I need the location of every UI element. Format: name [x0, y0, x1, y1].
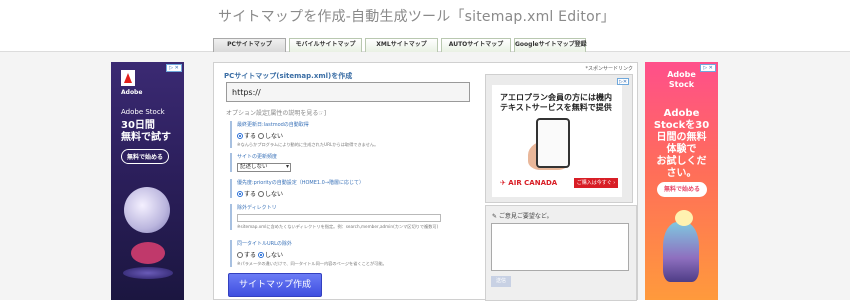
- air-canada-ad[interactable]: ▷✕ アエロプラン会員の方には機内 テキストサービスを無料で提供 ✈ AIR C…: [485, 74, 633, 203]
- tab-xml-sitemap[interactable]: XMLサイトマップ: [365, 38, 438, 52]
- ad-brand-line: Adobe: [667, 70, 696, 79]
- priority-title: 優先度:priorityの自動設定（HOME1.0→階層に応じて）: [237, 180, 365, 186]
- dedupe-no-radio[interactable]: [257, 252, 264, 258]
- changefreq-title: サイトの更新頻度: [237, 154, 278, 160]
- changefreq-option: サイトの更新頻度 記述しない: [230, 153, 472, 172]
- lastmod-yes-radio[interactable]: [237, 133, 243, 139]
- dedupe-title: 同一タイトルURLの除外: [237, 241, 292, 247]
- content-area: ▷ ✕ Adobe Adobe Stock 30日間 無料で試す 無料で始める …: [0, 52, 850, 301]
- dedupe-note: ※パラメータの違いだけで、同一タイトル同一内容のページを省くことが可能。: [237, 261, 387, 266]
- ad-brand-line: Stock: [668, 80, 695, 89]
- tab-auto-sitemap[interactable]: AUTOサイトマップ: [441, 38, 511, 52]
- ad-text-line: アエロプラン会員の方には機内: [500, 93, 612, 102]
- priority-yes-radio[interactable]: [237, 191, 243, 197]
- moon-image: [124, 187, 170, 233]
- priority-yes-label: する: [244, 191, 257, 198]
- send-button[interactable]: 送信: [491, 276, 511, 287]
- ad-card: アエロプラン会員の方には機内 テキストサービスを無料で提供 ✈ AIR CANA…: [492, 85, 622, 197]
- tab-bar: PCサイトマップ モバイルサイトマップ XMLサイトマップ AUTOサイトマップ…: [0, 36, 850, 52]
- lastmod-yes-label: する: [244, 133, 257, 140]
- dedupe-yes-radio[interactable]: [237, 252, 243, 258]
- ad-text-line: テキストサービスを無料で提供: [500, 103, 612, 112]
- comment-textarea[interactable]: [491, 223, 629, 271]
- left-ad-banner[interactable]: ▷ ✕ Adobe Adobe Stock 30日間 無料で試す 無料で始める: [111, 62, 184, 300]
- ad-brand: Adobe Stock: [645, 70, 718, 90]
- ad-start-free-button[interactable]: 無料で始める: [121, 149, 169, 164]
- right-ad-banner[interactable]: ▷ ✕ Adobe Stock Adobe Stockを30 日間の無料 体験で…: [645, 62, 718, 300]
- ad-headline: Adobe Stockを30 日間の無料 体験で お試しくだ さい。: [645, 108, 718, 180]
- site-title: サイトマップを作成-自動生成ツール「sitemap.xml Editor」: [218, 9, 615, 25]
- tab-google-sitemap-register[interactable]: Googleサイトマップ登録: [514, 38, 587, 52]
- comment-panel: ✎ ご意見ご要望など。 送信: [485, 205, 637, 301]
- priority-option: 優先度:priorityの自動設定（HOME1.0→階層に応じて） する しない: [230, 179, 472, 198]
- ad-headline-line: さい。: [666, 168, 697, 179]
- site-header: サイトマップを作成-自動生成ツール「sitemap.xml Editor」 PC…: [0, 0, 850, 52]
- exclude-title: 除外ディレクトリ: [237, 205, 277, 211]
- form-title: PCサイトマップ(sitemap.xml)を作成: [224, 72, 353, 80]
- options-heading-link[interactable]: オプション設定[属性の説明を見る☞]: [226, 108, 326, 117]
- tab-pc-sitemap[interactable]: PCサイトマップ: [213, 38, 286, 52]
- air-canada-logo: ✈ AIR CANADA: [500, 179, 558, 187]
- priority-no-radio[interactable]: [257, 191, 264, 197]
- sponsored-link-label: *スポンサードリンク: [585, 66, 633, 72]
- ad-headline-line: 体験で: [666, 144, 697, 155]
- ad-headline-line: お試しくだ: [656, 156, 707, 167]
- buy-now-button[interactable]: ご購入は今すぐ ›: [574, 178, 618, 188]
- exclude-option: 除外ディレクトリ ※sitemap.xmlに含めたくないディレクトリを指定。例：…: [230, 204, 472, 230]
- bird-head-image: [675, 210, 693, 226]
- ad-headline-line: 30日間: [121, 120, 155, 131]
- ad-headline-line: 無料で試す: [121, 132, 171, 143]
- lastmod-no-label: しない: [264, 133, 283, 140]
- dedupe-option: 同一タイトルURLの除外 する しない ※パラメータの違いだけで、同一タイトル同…: [230, 240, 472, 267]
- changefreq-select[interactable]: 記述しない: [237, 163, 291, 172]
- lastmod-title: 最終更新日:lastmodの自動取得: [237, 122, 309, 128]
- ad-headline-line: 日間の無料: [656, 132, 707, 143]
- bird-image: [663, 222, 699, 282]
- ad-choices-icon[interactable]: ▷ ✕: [166, 64, 182, 72]
- lastmod-note: ※なんらかプログラムにより動的に生成されたURLからは取得できません。: [237, 142, 379, 147]
- dedupe-yes-label: する: [244, 252, 257, 259]
- url-input[interactable]: [226, 82, 470, 102]
- phone-image: [536, 118, 570, 168]
- ad-headline-line: Stockを30: [653, 120, 710, 131]
- ad-headline-line: Adobe: [663, 108, 700, 119]
- tab-mobile-sitemap[interactable]: モバイルサイトマップ: [289, 38, 362, 52]
- dedupe-no-label: しない: [264, 252, 283, 259]
- sitemap-form-panel: *スポンサードリンク PCサイトマップ(sitemap.xml)を作成 オプショ…: [213, 62, 638, 301]
- ad-product: Adobe Stock: [121, 108, 165, 116]
- ad-choices-icon[interactable]: ▷✕: [617, 78, 629, 85]
- lastmod-no-radio[interactable]: [257, 133, 264, 139]
- adobe-logo-icon: [121, 70, 135, 86]
- priority-radio-group: する しない: [237, 189, 472, 198]
- lastmod-radio-group: する しない: [237, 131, 472, 140]
- exclude-directory-input[interactable]: [237, 214, 441, 222]
- bonsai-tree-image: [131, 242, 165, 264]
- ad-headline: 30日間 無料で試す: [121, 120, 171, 144]
- ad-text: アエロプラン会員の方には機内 テキストサービスを無料で提供: [500, 93, 612, 113]
- dedupe-radio-group: する しない: [237, 250, 472, 259]
- comment-title: ✎ ご意見ご要望など。: [492, 213, 553, 220]
- ad-start-free-button[interactable]: 無料で始める: [657, 182, 707, 197]
- bonsai-pot-image: [123, 267, 173, 279]
- lastmod-option: 最終更新日:lastmodの自動取得 する しない ※なんらかプログラムにより動…: [230, 121, 472, 148]
- generate-sitemap-button[interactable]: サイトマップ作成: [228, 273, 322, 297]
- exclude-note: ※sitemap.xmlに含めたくないディレクトリを指定。例：search,me…: [237, 224, 439, 229]
- ad-brand: Adobe: [121, 89, 143, 96]
- priority-no-label: しない: [264, 191, 283, 198]
